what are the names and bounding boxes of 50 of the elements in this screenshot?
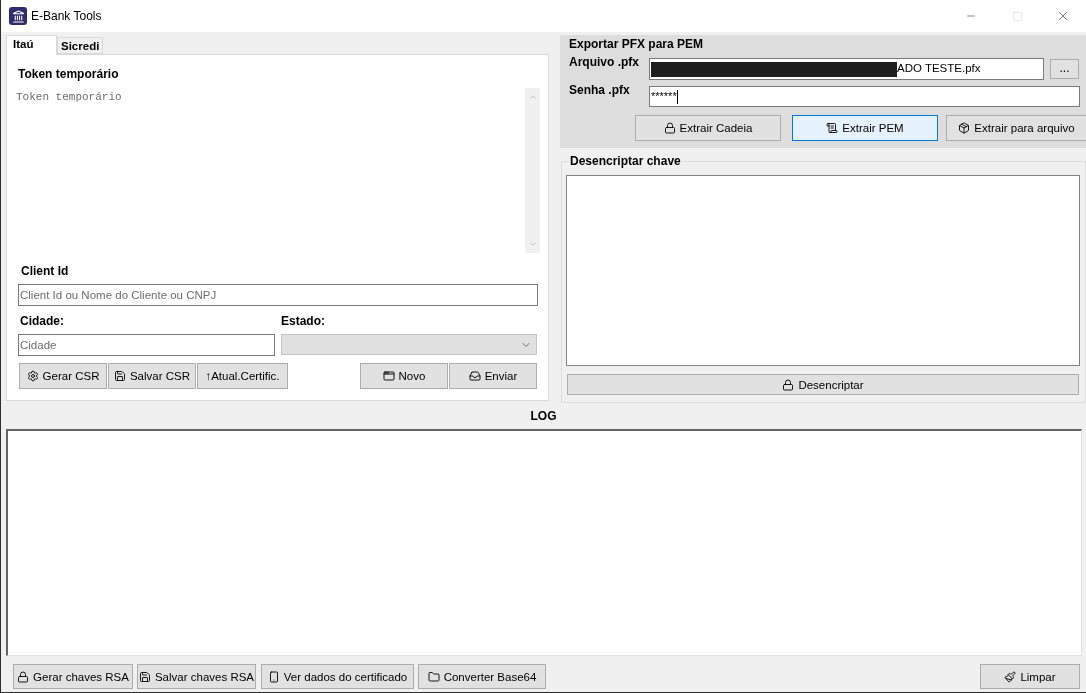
gear-icon: [26, 370, 39, 382]
padlock-icon: [17, 670, 30, 683]
extract-button[interactable]: Extrair PEM: [792, 115, 938, 141]
file-path-field[interactable]: ADO TESTE.pfx: [649, 58, 1044, 80]
field-label: Cidade:: [20, 314, 65, 328]
close-icon[interactable]: [1056, 9, 1070, 23]
browse-button[interactable]: ...: [1050, 59, 1079, 79]
extract-button[interactable]: Extrair para arquivo: [946, 115, 1086, 141]
field-label: Token temporário: [18, 67, 119, 81]
toolbar-button[interactable]: Gerar CSR: [19, 363, 107, 389]
toolbar-button[interactable]: Novo: [360, 363, 448, 389]
action-button[interactable]: Ver dados do certificado: [261, 664, 414, 689]
bank-icon: [9, 7, 27, 25]
field-label: Client Id: [21, 264, 69, 278]
text-cursor-icon: [676, 89, 678, 104]
action-button[interactable]: Gerar chaves RSA: [13, 664, 133, 689]
panel-title: Exportar PFX para PEM: [569, 37, 704, 51]
toolbar-button[interactable]: Enviar: [449, 363, 537, 389]
log-title: LOG: [530, 409, 557, 423]
chevron-up-icon[interactable]: [527, 92, 538, 102]
tray-icon: [468, 370, 481, 382]
field-label: Estado:: [281, 314, 325, 328]
field-label: Senha .pfx: [569, 83, 631, 97]
extract-button[interactable]: Extrair Cadeia: [635, 115, 781, 141]
brush-icon: [1004, 670, 1017, 683]
log-textarea[interactable]: [6, 429, 1082, 656]
decrypt-button[interactable]: Desencriptar: [567, 374, 1079, 395]
window-title: E-Bank Tools: [31, 9, 102, 23]
city-field[interactable]: Cidade: [18, 334, 275, 356]
window-icon: [382, 370, 395, 382]
key-textarea[interactable]: [566, 175, 1080, 366]
folder-icon: [427, 670, 440, 683]
package-icon: [958, 122, 971, 134]
field-label: Arquivo .pfx: [569, 55, 640, 69]
padlock-icon: [663, 122, 676, 134]
chevron-down-icon[interactable]: [527, 239, 538, 249]
scrollbar[interactable]: [525, 88, 540, 253]
group-title: Desencriptar chave: [569, 154, 682, 168]
toolbar-button[interactable]: Salvar CSR: [108, 363, 196, 389]
toolbar-button[interactable]: ↑Atual.Certific.: [197, 363, 288, 389]
client-id-field[interactable]: Client Id ou Nome do Cliente ou CNPJ: [18, 284, 538, 306]
action-button[interactable]: Salvar chaves RSA: [137, 664, 256, 689]
password-field[interactable]: ******: [649, 86, 1080, 107]
action-button[interactable]: Converter Base64: [418, 664, 546, 689]
padlock-icon: [782, 378, 795, 391]
tab[interactable]: Itaú: [6, 35, 57, 55]
clear-button[interactable]: Limpar: [980, 664, 1080, 689]
phone-icon: [267, 670, 280, 683]
scroll-icon: [826, 122, 839, 134]
tab[interactable]: Sicredi: [57, 37, 104, 54]
